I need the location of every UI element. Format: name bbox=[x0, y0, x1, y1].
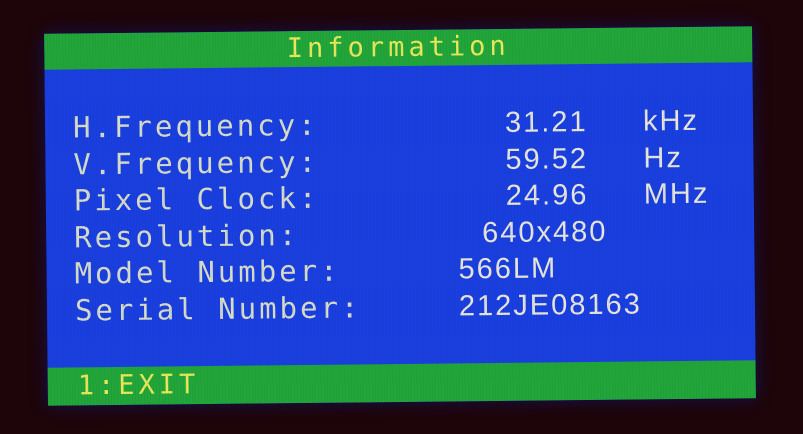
h-frequency-value: 31.21 bbox=[504, 106, 588, 139]
pixel-clock-value: 24.96 bbox=[505, 179, 589, 212]
v-frequency-unit: Hz bbox=[643, 141, 684, 174]
resolution-label: Resolution: bbox=[74, 217, 300, 254]
osd-information-panel: Information H.Frequency: 31.21 kHz V.Fre… bbox=[44, 26, 756, 406]
model-number-label: Model Number: bbox=[74, 253, 341, 291]
osd-title-bar: Information bbox=[44, 26, 753, 70]
pixel-clock-unit: MHz bbox=[643, 177, 710, 211]
info-list: H.Frequency: 31.21 kHz V.Frequency: 59.5… bbox=[73, 103, 725, 329]
v-frequency-value: 59.52 bbox=[505, 142, 589, 176]
info-row-serial-number: Serial Number: 212JE08163 bbox=[75, 285, 725, 328]
h-frequency-label: H.Frequency: bbox=[72, 107, 319, 145]
resolution-value: 640x480 bbox=[482, 215, 608, 249]
exit-button[interactable]: 1:EXIT bbox=[78, 366, 200, 405]
osd-title: Information bbox=[286, 30, 510, 65]
serial-number-label: Serial Number: bbox=[74, 289, 362, 327]
v-frequency-label: V.Frequency: bbox=[73, 144, 320, 181]
pixel-clock-label: Pixel Clock: bbox=[73, 180, 320, 218]
osd-footer-bar: 1:EXIT bbox=[47, 360, 756, 406]
h-frequency-unit: kHz bbox=[642, 104, 700, 138]
serial-number-value: 212JE08163 bbox=[458, 287, 642, 322]
model-number-value: 566LM bbox=[458, 252, 558, 286]
